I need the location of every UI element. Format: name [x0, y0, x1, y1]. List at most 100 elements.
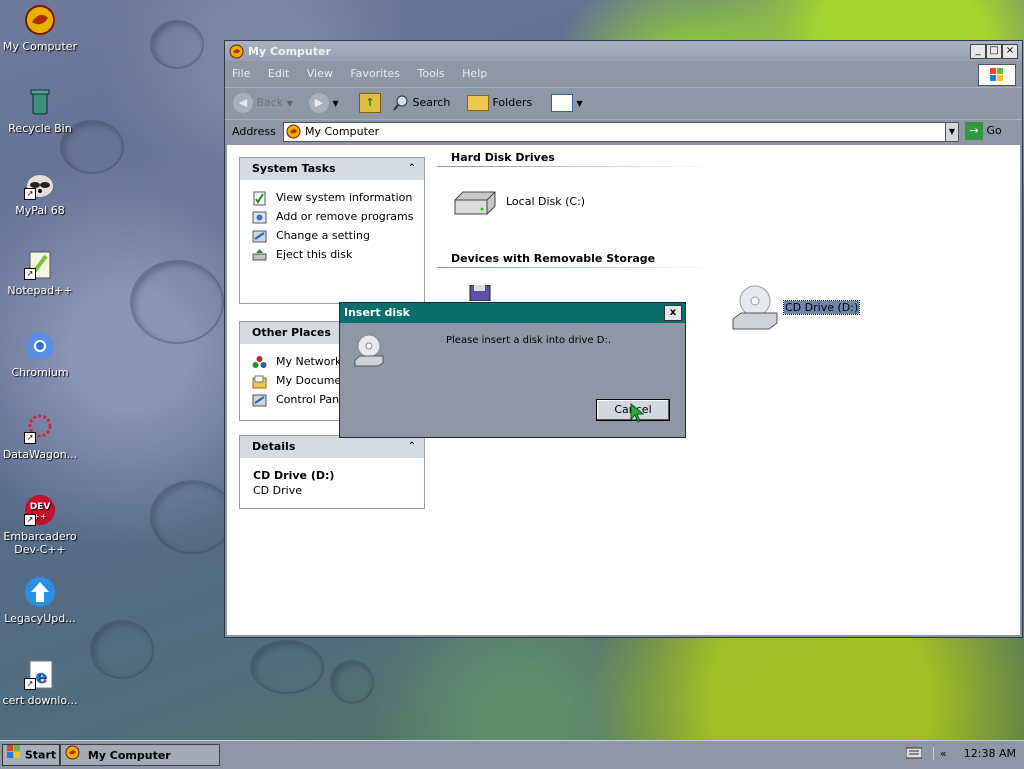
desktop-icon-label: Recycle Bin — [8, 122, 72, 135]
update-arrow-icon — [24, 576, 56, 608]
desktop-icon-label: Embarcadero Dev-C++ — [3, 530, 77, 556]
collapse-chevron-icon[interactable]: ⌃ — [408, 436, 416, 458]
desktop-icon-cert-download[interactable]: e ↗ cert downlo... — [0, 658, 80, 707]
views-icon — [551, 94, 573, 112]
notepad-plus-plus-icon: ↗ — [24, 248, 56, 280]
menu-favorites[interactable]: Favorites — [343, 63, 407, 85]
go-button[interactable]: → Go — [965, 122, 1002, 140]
address-value: My Computer — [305, 125, 380, 138]
shortcut-arrow-icon: ↗ — [24, 268, 36, 280]
desktop-icon-label: Chromium — [11, 366, 69, 379]
drive-label: CD Drive (D:) — [782, 300, 861, 315]
section-removable-title: Devices with Removable Storage — [451, 252, 656, 265]
start-button[interactable]: Start — [2, 744, 60, 766]
eject-icon — [252, 248, 267, 263]
maximize-button[interactable]: □ — [986, 44, 1002, 59]
section-hard-disks-title: Hard Disk Drives — [451, 151, 555, 164]
task-eject-disk[interactable]: Eject this disk — [240, 247, 424, 262]
desktop-icon-label: LegacyUpd... — [4, 612, 76, 625]
keyboard-icon[interactable] — [905, 747, 923, 762]
windows-flag-icon — [7, 745, 21, 766]
desktop-icon-notepadpp[interactable]: ↗ Notepad++ — [0, 248, 80, 297]
system-tasks-panel: System Tasks ⌃ View system information A… — [239, 157, 425, 304]
system-tasks-header[interactable]: System Tasks ⌃ — [240, 158, 424, 180]
insert-disk-dialog: Insert disk x Please insert a disk into … — [339, 302, 686, 438]
dialog-close-button[interactable]: x — [664, 305, 682, 321]
minimize-button[interactable]: _ — [970, 44, 986, 59]
desktop-icon-label: My Computer — [2, 40, 78, 53]
desktop-icon-recycle-bin[interactable]: Recycle Bin — [0, 86, 80, 135]
chevron-down-icon: ▼ — [286, 99, 293, 108]
desktop-icon-label: DataWagon... — [2, 448, 78, 461]
control-panel-icon — [252, 229, 267, 244]
desktop-icon-my-computer[interactable]: My Computer — [0, 4, 80, 53]
my-computer-icon — [229, 44, 244, 62]
section-divider — [437, 267, 717, 268]
details-header[interactable]: Details ⌃ — [240, 436, 424, 458]
views-button[interactable]: ▼ — [551, 92, 583, 114]
menu-file[interactable]: File — [225, 63, 257, 85]
close-button[interactable]: × — [1002, 44, 1018, 59]
dialog-title: Insert disk — [344, 306, 410, 319]
internet-explorer-icon: e ↗ — [24, 658, 56, 690]
mouse-cursor-icon — [630, 402, 645, 426]
taskbar: Start My Computer « 12:38 AM — [0, 740, 1024, 769]
desktop-icon-legacyupdate[interactable]: LegacyUpd... — [0, 576, 80, 625]
dialog-titlebar[interactable]: Insert disk x — [340, 303, 685, 323]
search-button[interactable]: Search — [393, 92, 450, 114]
up-folder-icon: ↑ — [359, 93, 381, 113]
tray-expand-button[interactable]: « — [933, 747, 950, 760]
forward-arrow-icon: ▶ — [309, 93, 329, 113]
desktop-icon-chromium[interactable]: Chromium — [0, 330, 80, 379]
taskbar-item-my-computer[interactable]: My Computer — [60, 744, 220, 766]
floppy-drive-icon[interactable] — [469, 284, 491, 302]
search-icon — [393, 95, 409, 111]
hard-disk-icon — [451, 188, 499, 221]
menu-bar: File Edit View Favorites Tools Help — [225, 63, 1022, 86]
folders-button[interactable]: Folders — [467, 92, 532, 114]
menu-edit[interactable]: Edit — [261, 63, 296, 85]
window-titlebar[interactable]: My Computer _ □ × — [225, 41, 1022, 61]
documents-folder-icon — [252, 374, 267, 389]
up-folder-button[interactable]: ↑ — [359, 92, 381, 114]
desktop-icon-label: MyPal 68 — [15, 204, 65, 217]
address-dropdown-icon[interactable]: ▼ — [945, 123, 958, 141]
task-add-remove-programs[interactable]: Add or remove programs — [240, 209, 424, 224]
details-item-type: CD Drive — [253, 484, 302, 497]
chromium-icon — [24, 330, 56, 362]
collapse-chevron-icon[interactable]: ⌃ — [408, 158, 416, 180]
svg-text:e: e — [35, 666, 46, 687]
cd-disc-icon — [352, 333, 386, 370]
forward-button[interactable]: ▶ ▼ — [309, 92, 339, 114]
shortcut-arrow-icon: ↗ — [24, 678, 36, 690]
shortcut-arrow-icon: ↗ — [24, 432, 36, 444]
drive-label: Local Disk (C:) — [506, 195, 586, 208]
clock: 12:38 AM — [963, 747, 1016, 760]
menu-help[interactable]: Help — [455, 63, 494, 85]
task-change-setting[interactable]: Change a setting — [240, 228, 424, 243]
raccoon-icon: ↗ — [24, 168, 56, 200]
window-title: My Computer — [248, 45, 331, 58]
drive-cd-d[interactable]: CD Drive (D:) — [731, 285, 861, 331]
desktop-icon-datawagon[interactable]: ↗ DataWagon... — [0, 412, 80, 461]
cd-drive-icon — [731, 285, 781, 334]
folder-icon — [467, 95, 489, 111]
details-panel: Details ⌃ CD Drive (D:) CD Drive — [239, 435, 425, 509]
dialog-message: Please insert a disk into drive D:. — [446, 335, 611, 346]
desktop-icon-mypal[interactable]: ↗ MyPal 68 — [0, 168, 80, 217]
details-item-name: CD Drive (D:) — [253, 469, 335, 482]
chevron-down-icon: ▼ — [332, 99, 339, 108]
menu-view[interactable]: View — [300, 63, 340, 85]
my-computer-icon — [24, 4, 56, 36]
desktop-icon-devcpp[interactable]: DEV ++ ↗ Embarcadero Dev-C++ — [0, 494, 80, 556]
add-remove-programs-icon — [252, 210, 267, 225]
address-bar: Address My Computer ▼ → Go — [225, 119, 1022, 144]
task-view-system-info[interactable]: View system information — [240, 190, 424, 206]
drive-local-disk-c[interactable]: Local Disk (C:) — [451, 185, 611, 219]
shortcut-arrow-icon: ↗ — [24, 188, 36, 200]
address-field[interactable]: My Computer ▼ — [283, 122, 959, 142]
control-panel-icon — [252, 393, 267, 408]
back-arrow-icon: ◀ — [233, 93, 253, 113]
back-button[interactable]: ◀ Back ▼ — [233, 92, 293, 114]
menu-tools[interactable]: Tools — [411, 63, 452, 85]
